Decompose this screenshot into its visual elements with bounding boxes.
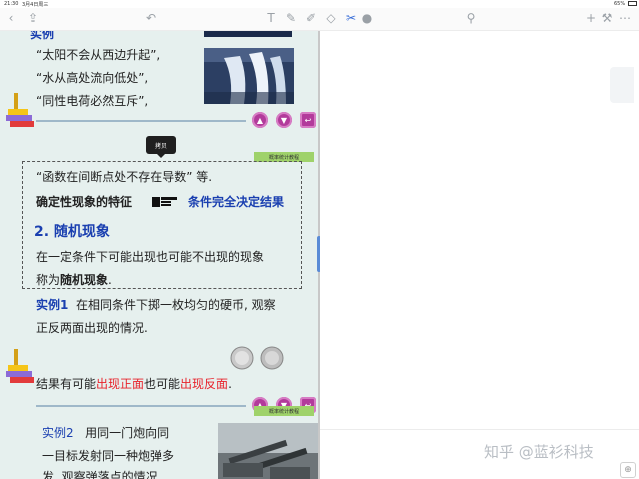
- eraser-icon[interactable]: ◇: [324, 11, 338, 25]
- definition-term: 随机现象: [60, 273, 109, 287]
- slide-1-line-3: “同性电荷必然互斥”,: [36, 94, 149, 108]
- zoom-icon[interactable]: ⊕: [620, 462, 636, 478]
- definition-line-2: 称为随机现象.: [36, 271, 112, 288]
- slide-viewer[interactable]: 实例 “太阳不会从西边升起”, “水从高处流向低处”, “同性电荷必然互斥”, …: [0, 31, 318, 479]
- example-2-line-3: 发, 观察弹落点的情况.: [42, 470, 162, 479]
- example-2-label: 实例2: [42, 426, 74, 440]
- definition-line-1: 在一定条件下可能出现也可能不出现的现象: [36, 250, 265, 264]
- slide-1-rule: [36, 120, 246, 122]
- feature-label: 确定性现象的特征: [36, 195, 133, 209]
- image-strip: [204, 31, 292, 37]
- share-icon[interactable]: ⇪: [26, 11, 40, 25]
- book-stack-icon: [6, 93, 34, 127]
- section-title: 2. 随机现象: [34, 224, 110, 240]
- example-2-text-1: 用同一门炮向同: [85, 426, 170, 440]
- plus-icon[interactable]: +: [584, 11, 598, 25]
- side-tab[interactable]: [610, 67, 634, 103]
- slide-3: 概率统计教程 实例2 用同一门炮向同 一目标发射同一种炮弹多 发, 观察弹落点的…: [0, 401, 318, 479]
- result-heads: 出现正面: [96, 377, 145, 391]
- example-1-text: 在相同条件下掷一枚均匀的硬币, 观察: [76, 298, 276, 312]
- status-time: 21:30: [4, 1, 19, 7]
- slide-1-line-2: “水从高处流向低处”,: [36, 71, 149, 85]
- course-tag-label: 概率统计教程: [268, 154, 299, 161]
- prev-slide-button[interactable]: ▲: [252, 112, 268, 128]
- page-bottom-line: [320, 429, 639, 430]
- scissors-icon[interactable]: ✂: [344, 11, 358, 25]
- text-icon[interactable]: T: [264, 11, 278, 25]
- course-tag-2: 概率统计教程: [254, 406, 314, 416]
- result-prefix: 结果有可能: [36, 377, 97, 391]
- slide-1: 实例 “太阳不会从西边升起”, “水从高处流向低处”, “同性电荷必然互斥”, …: [0, 31, 318, 131]
- example-2-line-2: 一目标发射同一种炮弹多: [42, 449, 175, 463]
- wrench-icon[interactable]: ⚒: [600, 11, 614, 25]
- watermark: 知乎 @蓝衫科技: [484, 443, 594, 461]
- definition-prefix: 称为: [36, 273, 61, 287]
- result-line: 结果有可能出现正面也可能出现反面.: [36, 375, 232, 392]
- pen-icon[interactable]: ✎: [284, 11, 298, 25]
- undo-icon[interactable]: ↶: [144, 11, 158, 25]
- slide-1-heading: 实例: [30, 31, 55, 41]
- microphone-icon[interactable]: ⚲: [464, 11, 478, 25]
- result-tails: 出现反面: [180, 377, 229, 391]
- example-1-label: 实例1: [36, 298, 69, 312]
- feature-value: 条件完全决定结果: [188, 195, 285, 209]
- highlighter-icon[interactable]: ✐: [304, 11, 318, 25]
- chevron-left-icon[interactable]: ‹: [4, 11, 18, 25]
- example-1-line-1: 实例1 在相同条件下掷一枚均匀的硬币, 观察: [36, 296, 276, 313]
- definition-suffix: .: [108, 273, 112, 287]
- more-icon[interactable]: ⋯: [618, 11, 632, 25]
- toolbar: ‹ ⇪ ↶ T ✎ ✐ ◇ ✂ ● ⚲ + ⚒ ⋯: [0, 8, 639, 31]
- slide-1-line-1: “太阳不会从西边升起”,: [36, 48, 161, 62]
- example-2-line-1: 实例2 用同一门炮向同: [42, 424, 169, 441]
- coins-image: [230, 346, 284, 370]
- battery-icon: [628, 1, 637, 6]
- status-bar: 21:30 3月4日周三 65%: [0, 0, 639, 8]
- return-button[interactable]: ↩: [300, 112, 316, 128]
- artillery-image: [218, 423, 318, 479]
- status-date: 3月4日周三: [22, 2, 49, 8]
- next-slide-button[interactable]: ▼: [276, 112, 292, 128]
- slide-2-line-1: “函数在间断点处不存在导数” 等.: [36, 170, 213, 184]
- pointing-hand-icon: [152, 197, 177, 207]
- example-1-line-2: 正反两面出现的情况.: [36, 321, 148, 335]
- apple-icon[interactable]: ●: [360, 11, 374, 25]
- status-battery: 65%: [614, 1, 626, 7]
- result-middle: 也可能: [144, 377, 181, 391]
- waterfall-image: [204, 48, 294, 104]
- slide-2: 概率统计教程 “函数在间断点处不存在导数” 等. 确定性现象的特征 条件完全决定…: [0, 149, 318, 413]
- result-suffix: .: [228, 377, 232, 391]
- course-tag-2-label: 概率统计教程: [268, 408, 299, 415]
- note-canvas[interactable]: 知乎 @蓝衫科技 ⊕: [320, 31, 639, 479]
- book-stack-icon-2: [6, 349, 34, 383]
